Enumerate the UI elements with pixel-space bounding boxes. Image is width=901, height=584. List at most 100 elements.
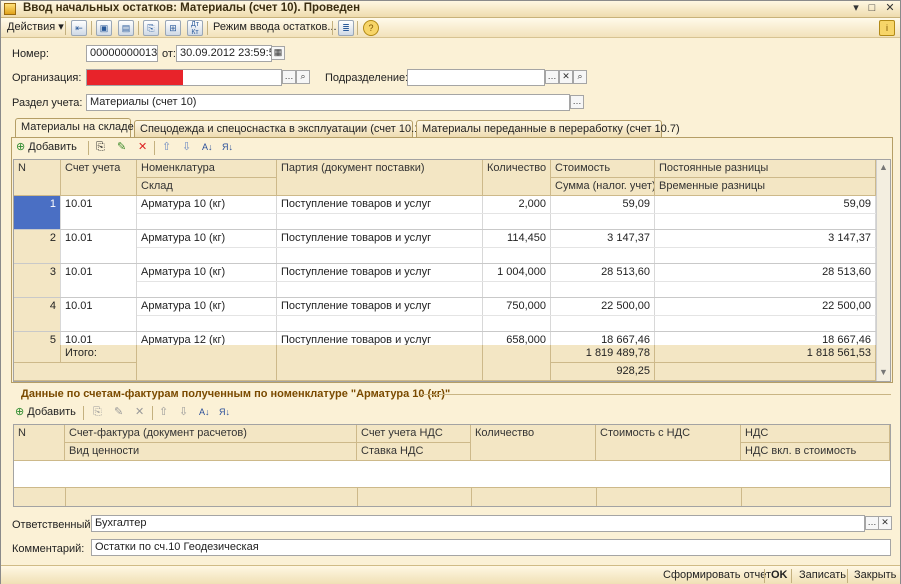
cell-n[interactable]: 4 [14,298,61,332]
responsible-label: Ответственный: [12,519,94,531]
cell-account[interactable]: 10.01 [61,332,137,345]
add-row-button[interactable]: ⊕ Добавить [16,140,77,155]
select-section-icon[interactable]: … [570,95,584,109]
document-structure-icon[interactable]: ⊞ [165,20,181,36]
maximize-icon[interactable]: □ [865,2,879,16]
invoice-add-button[interactable]: ⊕ Добавить [15,405,76,420]
copy-row-icon[interactable]: ⎘ [96,140,105,155]
tab-materials-in-warehouse[interactable]: Материалы на складе [15,118,134,138]
move-down-icon[interactable]: ⇩ [179,405,188,420]
invoice-col-value-type[interactable]: Вид ценности [65,443,357,461]
scroll-up-icon[interactable]: ▲ [879,162,888,172]
invoice-col-invoice[interactable]: Счет-фактура (документ расчетов) [65,425,357,443]
cell-n[interactable]: 3 [14,264,61,298]
table-row[interactable]: 1 10.01 Арматура 10 (кг) Поступление товаро… [14,196,876,230]
back-icon[interactable]: ⇤ [71,20,87,36]
move-down-icon[interactable]: ⇩ [182,140,191,155]
section-field[interactable]: Материалы (счет 10) [86,94,570,111]
cell-account[interactable]: 10.01 [61,298,137,332]
table-row[interactable]: 3 10.01 Арматура 10 (кг) Поступление товаро… [14,264,876,298]
col-header-account[interactable]: Счет учета [61,160,137,196]
cell-cost[interactable]: 18 667,46 [551,332,655,345]
save-button[interactable]: Записать [799,569,846,581]
tab-workwear[interactable]: Спецодежда и спецоснастка в эксплуатации… [134,120,429,137]
close-button[interactable]: Закрыть [854,569,896,581]
dt-kt-icon[interactable]: Дт Кт [187,20,203,36]
list-icon[interactable]: ≣ [338,20,354,36]
copy-document-icon[interactable]: ⎘ [143,20,159,36]
comment-field[interactable]: Остатки по сч.10 Геодезическая [91,539,891,556]
post-icon[interactable]: ▣ [96,20,112,36]
table-row[interactable]: 5 10.01 Арматура 12 (кг) Поступление товаро… [14,332,876,345]
invoice-col-cost-vat[interactable]: Стоимость с НДС [596,425,741,461]
move-up-icon[interactable]: ⇧ [159,405,168,420]
search-subdivision-icon[interactable]: ⌕ [573,70,587,84]
sort-asc-icon[interactable]: A↓ [202,140,213,155]
clear-subdivision-icon[interactable]: ✕ [559,70,573,84]
generate-report-button[interactable]: Сформировать отчет [663,569,771,581]
cell-n[interactable]: 5 [14,332,61,345]
subdivision-field[interactable] [407,69,545,86]
cell-perm[interactable]: 18 667,46 [655,332,876,345]
cell-party[interactable]: Поступление товаров и услуг [277,332,483,345]
responsible-field[interactable]: Бухгалтер [91,515,865,532]
invoice-col-vat-rate[interactable]: Ставка НДС [357,443,471,461]
col-header-party[interactable]: Партия (документ поставки) [277,160,483,196]
col-header-cost[interactable]: Стоимость [551,160,655,178]
col-header-sum-tax[interactable]: Сумма (налог. учет) [551,178,655,196]
tab-processing-materials[interactable]: Материалы переданные в переработку (счет… [416,120,680,137]
move-up-icon[interactable]: ⇧ [162,140,171,155]
delete-row-icon[interactable]: ✕ [138,140,147,155]
col-header-n[interactable]: N [14,160,61,196]
date-field[interactable]: 30.09.2012 23:59:59 [176,45,272,62]
number-field[interactable]: 00000000013 [86,45,158,62]
invoice-col-n[interactable]: N [14,425,65,461]
edit-row-icon[interactable]: ✎ [114,405,123,420]
sort-asc-icon[interactable]: A↓ [199,405,210,420]
scroll-down-icon[interactable]: ▼ [879,367,888,377]
select-responsible-icon[interactable]: … [865,516,879,530]
select-subdivision-icon[interactable]: … [545,70,559,84]
cell-account[interactable]: 10.01 [61,264,137,298]
clear-responsible-icon[interactable]: ✕ [878,516,892,530]
window-title: Ввод начальных остатков: Материалы (счет… [23,2,361,14]
invoice-col-vat-included[interactable]: НДС вкл. в стоимость [741,443,890,461]
sort-desc-icon[interactable]: Я↓ [219,405,230,420]
invoice-table: N Счет-фактура (документ расчетов) Вид ц… [13,424,891,507]
invoice-col-vat[interactable]: НДС [741,425,890,443]
balance-mode-button[interactable]: Режим ввода остатков... [213,20,337,36]
search-organization-icon[interactable]: ⌕ [296,70,310,84]
delete-row-icon[interactable]: ✕ [135,405,144,420]
calendar-icon[interactable]: ▦ [271,46,285,60]
toolbar-separator [207,21,208,35]
sort-desc-icon[interactable]: Я↓ [222,140,233,155]
help-icon[interactable]: ? [363,20,379,36]
cell-account[interactable]: 10.01 [61,230,137,264]
table-row[interactable]: 4 10.01 Арматура 10 (кг) Поступление товаро… [14,298,876,332]
unpost-icon[interactable]: ▤ [118,20,134,36]
edit-row-icon[interactable]: ✎ [117,140,126,155]
col-header-quantity[interactable]: Количество [483,160,551,196]
vertical-scrollbar[interactable]: ▲ ▼ [876,160,890,381]
menu-icon[interactable]: ▾ [849,2,863,16]
invoice-col-vat-account[interactable]: Счет учета НДС [357,425,471,443]
info-icon[interactable]: i [879,20,895,36]
col-divider [596,488,597,506]
close-icon[interactable]: ✕ [883,2,897,16]
col-header-temporary-diff[interactable]: Временные разницы [655,178,876,196]
col-header-permanent-diff[interactable]: Постоянные разницы [655,160,876,178]
invoice-col-quantity[interactable]: Количество [471,425,596,461]
select-organization-icon[interactable]: … [282,70,296,84]
cell-n[interactable]: 1 [14,196,61,230]
toolbar-separator [791,569,792,583]
cell-n[interactable]: 2 [14,230,61,264]
cell-account[interactable]: 10.01 [61,196,137,230]
table-row[interactable]: 2 10.01 Арматура 10 (кг) Поступление товаро… [14,230,876,264]
col-header-warehouse[interactable]: Склад [137,178,277,196]
cell-qty[interactable]: 658,000 [483,332,551,345]
cell-nomenclature[interactable]: Арматура 12 (кг) [137,332,277,345]
actions-menu[interactable]: Действия ▾ [7,20,64,36]
ok-button[interactable]: OK [771,569,788,581]
copy-row-icon[interactable]: ⎘ [93,405,102,420]
col-header-nomenclature[interactable]: Номенклатура [137,160,277,178]
